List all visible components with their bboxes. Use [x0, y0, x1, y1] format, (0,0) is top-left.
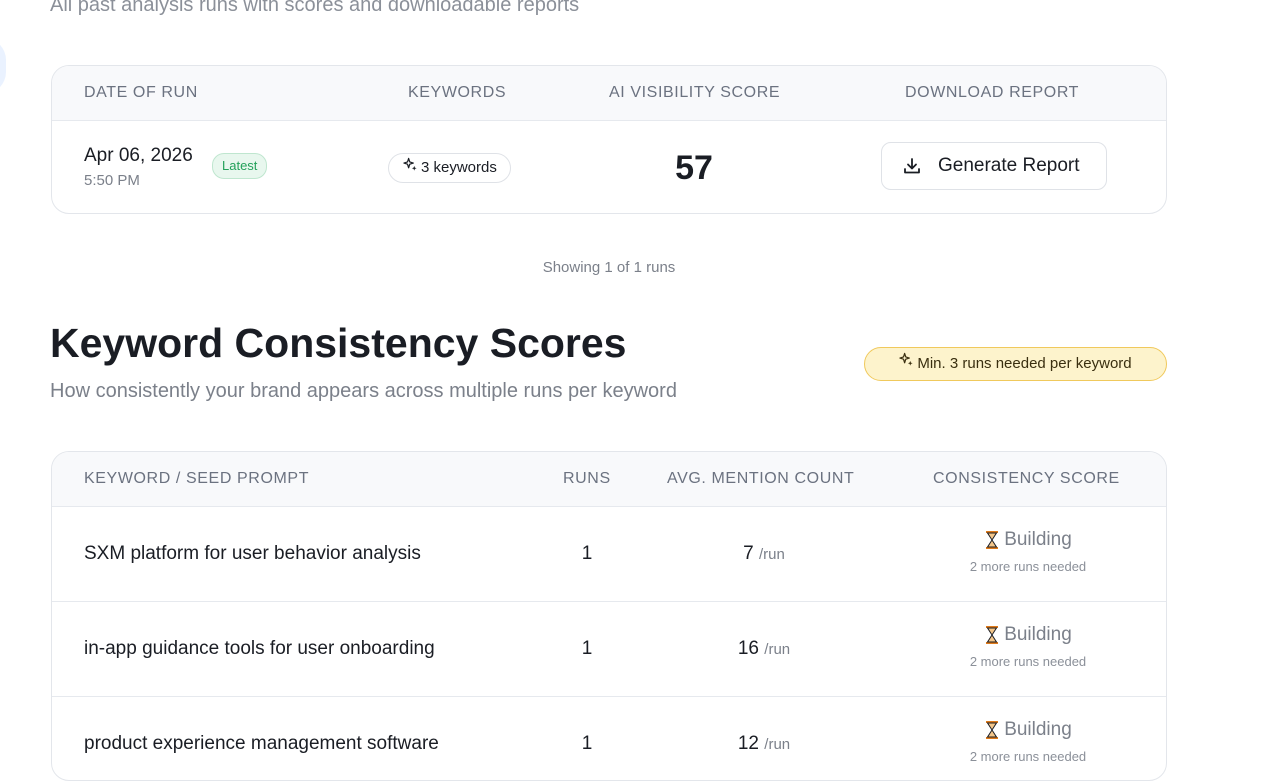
col-avg-mention-count: AVG. MENTION COUNT: [667, 470, 855, 487]
hourglass-icon: [984, 530, 1004, 550]
avg-unit: /run: [764, 736, 791, 753]
run-history-table: DATE OF RUN KEYWORDS AI VISIBILITY SCORE…: [51, 65, 1167, 214]
section-title: Keyword Consistency Scores: [50, 320, 627, 366]
col-keyword-seed-prompt: KEYWORD / SEED PROMPT: [84, 470, 310, 487]
keyword-text: product experience management software: [84, 733, 439, 754]
run-date: Apr 06, 2026: [84, 145, 193, 166]
avg-value: 7: [743, 543, 754, 564]
col-ai-visibility-score: AI VISIBILITY SCORE: [609, 84, 781, 101]
consistency-score: Building 2 more runs needed: [928, 624, 1128, 669]
pagination-info: Showing 1 of 1 runs: [542, 259, 676, 276]
avg-unit: /run: [764, 641, 791, 658]
runs-count: 1: [581, 733, 593, 754]
runs-count: 1: [581, 638, 593, 659]
avg-mention-count: 12 /run: [664, 697, 864, 780]
runs-count: 1: [581, 543, 593, 564]
latest-badge: Latest: [212, 153, 268, 179]
consistency-score: Building 2 more runs needed: [928, 719, 1128, 764]
generate-report-button[interactable]: Generate Report: [881, 142, 1107, 190]
keywords-count: 3 keywords: [421, 159, 497, 176]
sidebar-edge: [0, 38, 6, 94]
run-time: 5:50 PM: [84, 172, 140, 189]
table-row: product experience management software 1…: [52, 697, 1166, 780]
status-note: 2 more runs needed: [969, 654, 1087, 669]
avg-value: 12: [737, 733, 759, 754]
download-icon: [902, 156, 938, 176]
avg-unit: /run: [759, 546, 785, 563]
status-note: 2 more runs needed: [969, 559, 1087, 574]
keyword-text: SXM platform for user behavior analysis: [84, 543, 421, 564]
avg-mention-count: 7 /run: [664, 507, 864, 602]
col-download-report: DOWNLOAD REPORT: [905, 84, 1080, 101]
hourglass-icon: [984, 625, 1004, 645]
sparkle-icon: [899, 347, 914, 379]
table-header: KEYWORD / SEED PROMPT RUNS AVG. MENTION …: [52, 452, 1166, 507]
keyword-text: in-app guidance tools for user onboardin…: [84, 638, 435, 659]
avg-value: 16: [737, 638, 759, 659]
ai-visibility-score: 57: [675, 149, 713, 187]
status-text: Building: [1004, 624, 1072, 645]
status-note: 2 more runs needed: [969, 749, 1087, 764]
col-consistency-score: CONSISTENCY SCORE: [933, 470, 1120, 487]
keywords-pill[interactable]: 3 keywords: [388, 153, 511, 183]
generate-report-label: Generate Report: [938, 155, 1080, 176]
status-text: Building: [1004, 719, 1072, 740]
hourglass-icon: [984, 720, 1004, 740]
col-runs: RUNS: [563, 470, 611, 487]
consistency-status: Building: [984, 719, 1072, 741]
table-header: DATE OF RUN KEYWORDS AI VISIBILITY SCORE…: [52, 66, 1166, 121]
consistency-status: Building: [984, 624, 1072, 646]
status-text: Building: [1004, 529, 1072, 550]
keyword-consistency-table: KEYWORD / SEED PROMPT RUNS AVG. MENTION …: [51, 451, 1167, 781]
table-row: SXM platform for user behavior analysis …: [52, 507, 1166, 602]
consistency-score: Building 2 more runs needed: [928, 529, 1128, 574]
avg-mention-count: 16 /run: [664, 602, 864, 697]
min-runs-badge: Min. 3 runs needed per keyword: [864, 347, 1167, 381]
history-subtitle: All past analysis runs with scores and d…: [50, 0, 580, 16]
min-runs-text: Min. 3 runs needed per keyword: [917, 355, 1132, 372]
consistency-status: Building: [984, 529, 1072, 551]
table-row: in-app guidance tools for user onboardin…: [52, 602, 1166, 697]
col-date-of-run: DATE OF RUN: [84, 84, 198, 101]
col-keywords: KEYWORDS: [408, 84, 507, 101]
sparkle-icon: [403, 154, 418, 182]
section-subtitle: How consistently your brand appears acro…: [50, 380, 677, 402]
